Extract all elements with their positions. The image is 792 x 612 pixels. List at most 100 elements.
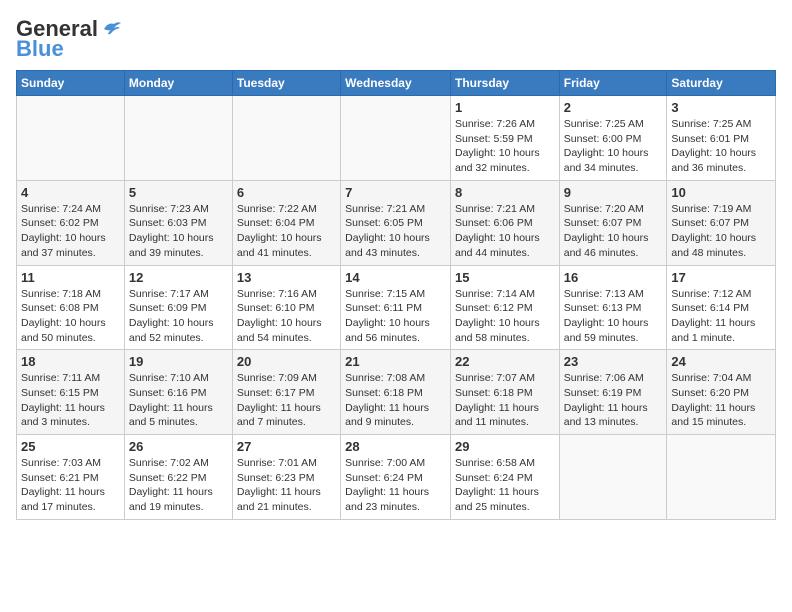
calendar-cell: 8 Sunrise: 7:21 AMSunset: 6:06 PMDaylight… (450, 180, 559, 265)
day-info: Sunrise: 7:02 AMSunset: 6:22 PMDaylight:… (129, 456, 228, 515)
day-info: Sunrise: 7:10 AMSunset: 6:16 PMDaylight:… (129, 371, 228, 430)
weekday-header-wednesday: Wednesday (341, 71, 451, 96)
calendar-cell: 13 Sunrise: 7:16 AMSunset: 6:10 PMDayligh… (232, 265, 340, 350)
day-info: Sunrise: 7:06 AMSunset: 6:19 PMDaylight:… (564, 371, 663, 430)
calendar-cell: 20 Sunrise: 7:09 AMSunset: 6:17 PMDayligh… (232, 350, 340, 435)
day-info: Sunrise: 7:25 AMSunset: 6:00 PMDaylight:… (564, 117, 663, 176)
calendar-cell: 12 Sunrise: 7:17 AMSunset: 6:09 PMDayligh… (124, 265, 232, 350)
calendar-cell: 26 Sunrise: 7:02 AMSunset: 6:22 PMDayligh… (124, 435, 232, 520)
day-info: Sunrise: 7:25 AMSunset: 6:01 PMDaylight:… (671, 117, 771, 176)
day-info: Sunrise: 7:17 AMSunset: 6:09 PMDaylight:… (129, 287, 228, 346)
day-info: Sunrise: 7:09 AMSunset: 6:17 PMDaylight:… (237, 371, 336, 430)
day-number: 28 (345, 439, 446, 454)
day-info: Sunrise: 7:07 AMSunset: 6:18 PMDaylight:… (455, 371, 555, 430)
calendar-cell: 28 Sunrise: 7:00 AMSunset: 6:24 PMDayligh… (341, 435, 451, 520)
logo-blue: Blue (16, 36, 64, 62)
day-info: Sunrise: 7:15 AMSunset: 6:11 PMDaylight:… (345, 287, 446, 346)
day-info: Sunrise: 7:24 AMSunset: 6:02 PMDaylight:… (21, 202, 120, 261)
day-number: 26 (129, 439, 228, 454)
calendar-cell: 21 Sunrise: 7:08 AMSunset: 6:18 PMDayligh… (341, 350, 451, 435)
calendar-cell (232, 96, 340, 181)
day-info: Sunrise: 7:21 AMSunset: 6:05 PMDaylight:… (345, 202, 446, 261)
weekday-header-monday: Monday (124, 71, 232, 96)
calendar-cell: 17Sunrise: 7:12 AMSunset: 6:14 PMDayligh… (667, 265, 776, 350)
weekday-header-friday: Friday (559, 71, 667, 96)
day-info: Sunrise: 6:58 AMSunset: 6:24 PMDaylight:… (455, 456, 555, 515)
weekday-header-sunday: Sunday (17, 71, 125, 96)
header: General Blue (16, 16, 776, 62)
calendar-cell: 18 Sunrise: 7:11 AMSunset: 6:15 PMDayligh… (17, 350, 125, 435)
day-number: 13 (237, 270, 336, 285)
calendar-cell: 22 Sunrise: 7:07 AMSunset: 6:18 PMDayligh… (450, 350, 559, 435)
calendar-table: SundayMondayTuesdayWednesdayThursdayFrid… (16, 70, 776, 520)
day-number: 2 (564, 100, 663, 115)
calendar-cell: 1 Sunrise: 7:26 AMSunset: 5:59 PMDaylight… (450, 96, 559, 181)
calendar-cell (124, 96, 232, 181)
day-number: 12 (129, 270, 228, 285)
calendar-cell: 16 Sunrise: 7:13 AMSunset: 6:13 PMDayligh… (559, 265, 667, 350)
weekday-header-row: SundayMondayTuesdayWednesdayThursdayFrid… (17, 71, 776, 96)
day-info: Sunrise: 7:21 AMSunset: 6:06 PMDaylight:… (455, 202, 555, 261)
calendar-cell: 6Sunrise: 7:22 AMSunset: 6:04 PMDaylight… (232, 180, 340, 265)
day-number: 16 (564, 270, 663, 285)
calendar-cell (559, 435, 667, 520)
day-number: 24 (671, 354, 771, 369)
day-number: 1 (455, 100, 555, 115)
day-info: Sunrise: 7:00 AMSunset: 6:24 PMDaylight:… (345, 456, 446, 515)
day-number: 9 (564, 185, 663, 200)
day-info: Sunrise: 7:03 AMSunset: 6:21 PMDaylight:… (21, 456, 120, 515)
calendar-cell: 9 Sunrise: 7:20 AMSunset: 6:07 PMDaylight… (559, 180, 667, 265)
day-info: Sunrise: 7:20 AMSunset: 6:07 PMDaylight:… (564, 202, 663, 261)
day-number: 5 (129, 185, 228, 200)
logo-bird-icon (100, 20, 122, 38)
day-info: Sunrise: 7:14 AMSunset: 6:12 PMDaylight:… (455, 287, 555, 346)
day-number: 18 (21, 354, 120, 369)
day-info: Sunrise: 7:01 AMSunset: 6:23 PMDaylight:… (237, 456, 336, 515)
calendar-cell: 29 Sunrise: 6:58 AMSunset: 6:24 PMDayligh… (450, 435, 559, 520)
calendar-cell: 19 Sunrise: 7:10 AMSunset: 6:16 PMDayligh… (124, 350, 232, 435)
day-info: Sunrise: 7:16 AMSunset: 6:10 PMDaylight:… (237, 287, 336, 346)
day-number: 8 (455, 185, 555, 200)
day-info: Sunrise: 7:26 AMSunset: 5:59 PMDaylight:… (455, 117, 555, 176)
day-number: 29 (455, 439, 555, 454)
logo: General Blue (16, 16, 122, 62)
day-number: 4 (21, 185, 120, 200)
calendar-cell: 5Sunrise: 7:23 AMSunset: 6:03 PMDaylight… (124, 180, 232, 265)
day-number: 22 (455, 354, 555, 369)
calendar-cell: 4 Sunrise: 7:24 AMSunset: 6:02 PMDaylight… (17, 180, 125, 265)
day-number: 20 (237, 354, 336, 369)
calendar-cell: 2 Sunrise: 7:25 AMSunset: 6:00 PMDaylight… (559, 96, 667, 181)
calendar-cell: 10Sunrise: 7:19 AMSunset: 6:07 PMDayligh… (667, 180, 776, 265)
day-info: Sunrise: 7:13 AMSunset: 6:13 PMDaylight:… (564, 287, 663, 346)
day-number: 10 (671, 185, 771, 200)
calendar-cell: 25Sunrise: 7:03 AMSunset: 6:21 PMDayligh… (17, 435, 125, 520)
day-info: Sunrise: 7:12 AMSunset: 6:14 PMDaylight:… (671, 287, 771, 346)
day-number: 19 (129, 354, 228, 369)
week-row-3: 11 Sunrise: 7:18 AMSunset: 6:08 PMDayligh… (17, 265, 776, 350)
day-info: Sunrise: 7:18 AMSunset: 6:08 PMDaylight:… (21, 287, 120, 346)
day-number: 21 (345, 354, 446, 369)
week-row-1: 1 Sunrise: 7:26 AMSunset: 5:59 PMDaylight… (17, 96, 776, 181)
week-row-2: 4 Sunrise: 7:24 AMSunset: 6:02 PMDaylight… (17, 180, 776, 265)
calendar-cell (667, 435, 776, 520)
weekday-header-thursday: Thursday (450, 71, 559, 96)
day-number: 27 (237, 439, 336, 454)
day-number: 11 (21, 270, 120, 285)
weekday-header-tuesday: Tuesday (232, 71, 340, 96)
calendar-cell: 3Sunrise: 7:25 AMSunset: 6:01 PMDaylight… (667, 96, 776, 181)
calendar-cell: 11 Sunrise: 7:18 AMSunset: 6:08 PMDayligh… (17, 265, 125, 350)
calendar-cell: 27 Sunrise: 7:01 AMSunset: 6:23 PMDayligh… (232, 435, 340, 520)
calendar-cell (17, 96, 125, 181)
week-row-4: 18 Sunrise: 7:11 AMSunset: 6:15 PMDayligh… (17, 350, 776, 435)
calendar-cell: 7 Sunrise: 7:21 AMSunset: 6:05 PMDaylight… (341, 180, 451, 265)
day-info: Sunrise: 7:04 AMSunset: 6:20 PMDaylight:… (671, 371, 771, 430)
week-row-5: 25Sunrise: 7:03 AMSunset: 6:21 PMDayligh… (17, 435, 776, 520)
weekday-header-saturday: Saturday (667, 71, 776, 96)
day-number: 15 (455, 270, 555, 285)
calendar-cell: 15 Sunrise: 7:14 AMSunset: 6:12 PMDayligh… (450, 265, 559, 350)
day-number: 7 (345, 185, 446, 200)
day-info: Sunrise: 7:08 AMSunset: 6:18 PMDaylight:… (345, 371, 446, 430)
day-number: 14 (345, 270, 446, 285)
calendar-cell (341, 96, 451, 181)
day-info: Sunrise: 7:11 AMSunset: 6:15 PMDaylight:… (21, 371, 120, 430)
